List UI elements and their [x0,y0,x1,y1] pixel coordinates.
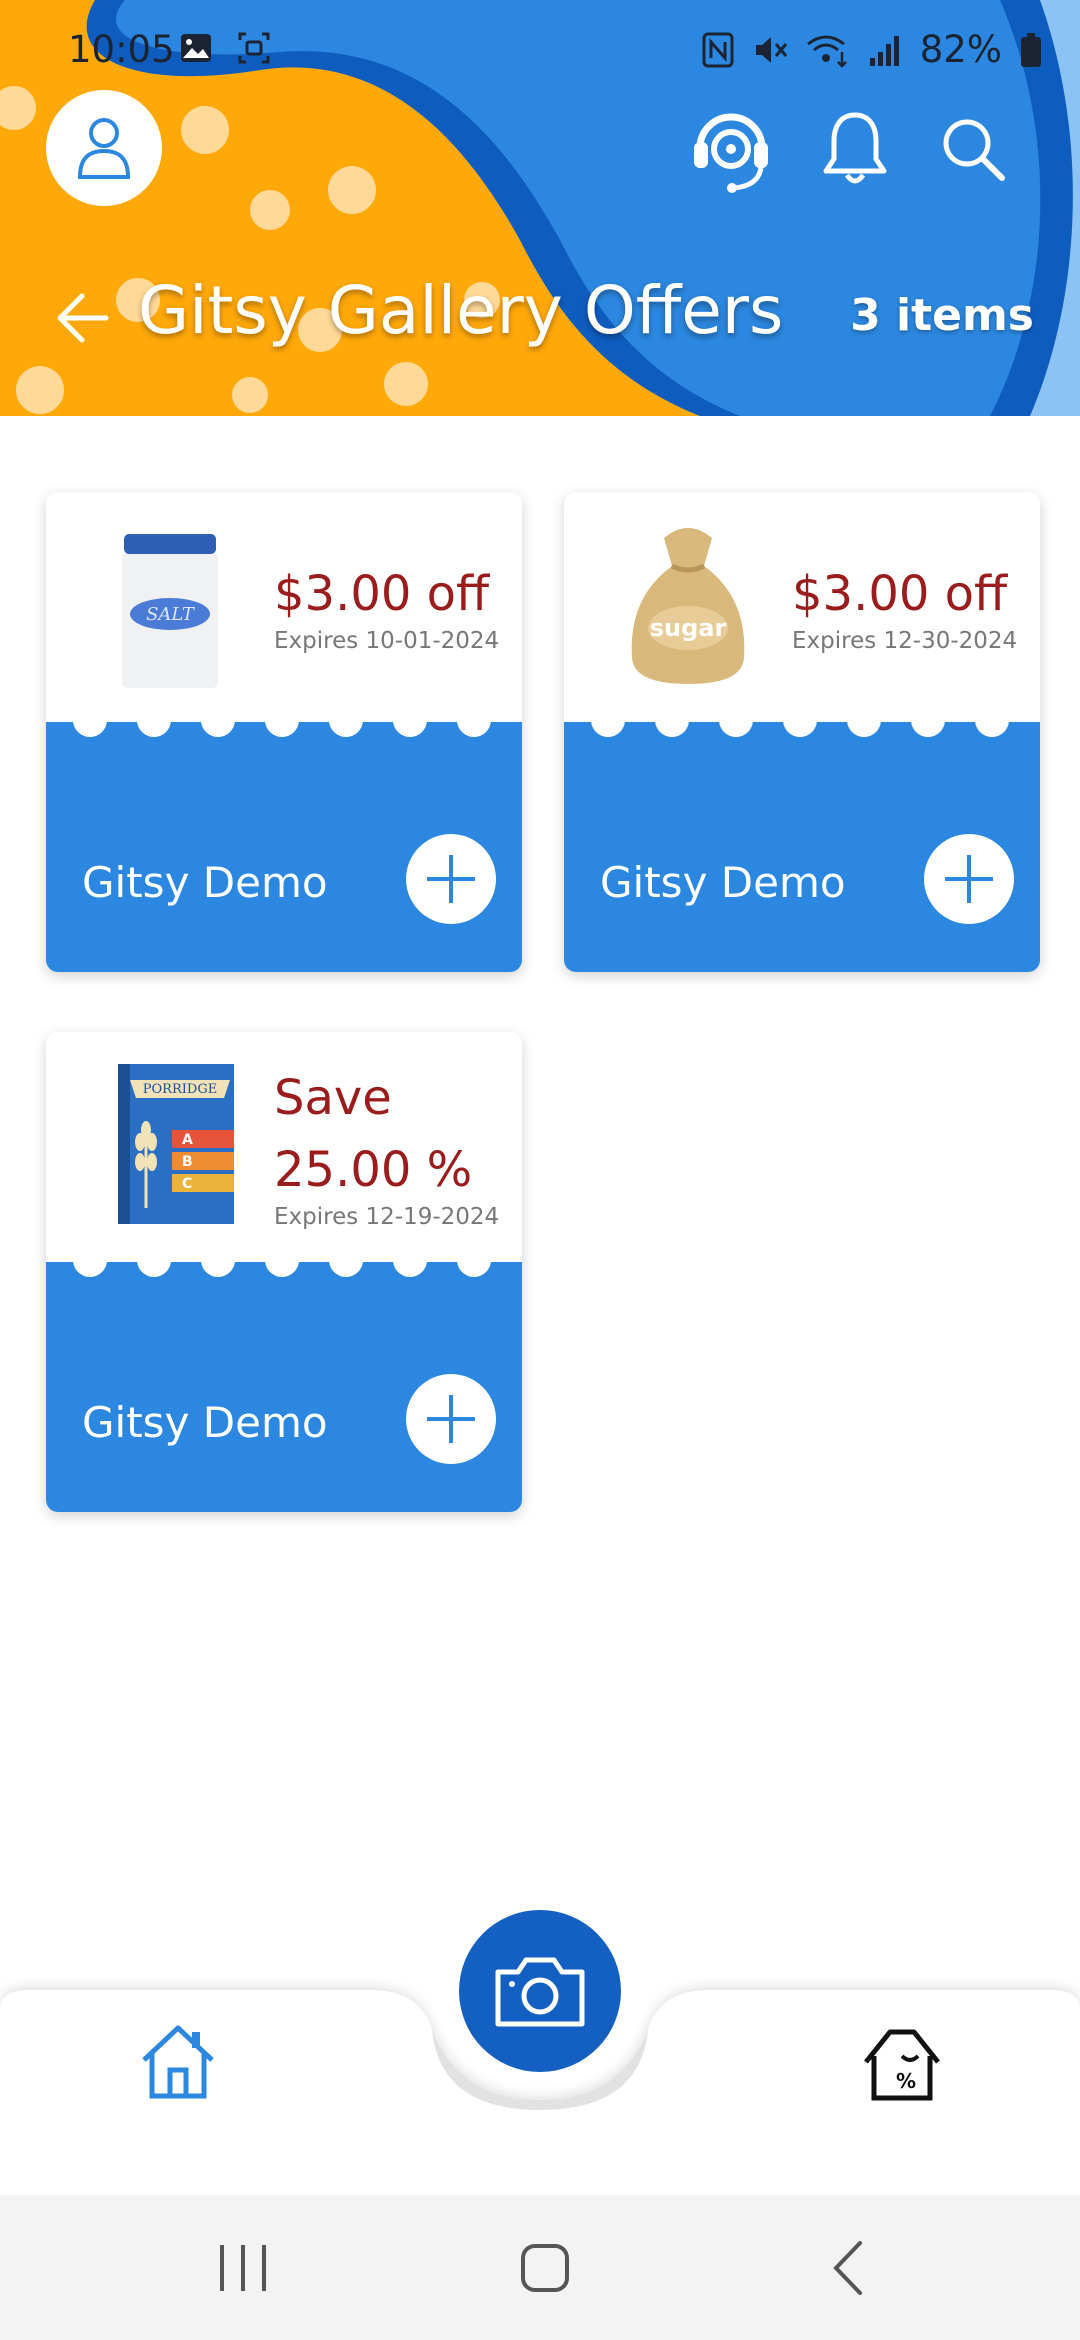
back-arrow-icon [57,293,109,343]
deals-house-icon: % [864,2029,940,2101]
home-circle-icon[interactable] [510,2233,580,2303]
battery-icon [1021,32,1041,67]
porridge-box-icon: PORRIDGE A B C [118,1064,234,1224]
grade-label: C [182,1176,192,1192]
status-bar: 10:05 82% [0,0,1080,104]
offer-card[interactable]: Gitsy Demo sugar $3.00 off Expires 12-30… [564,492,1040,972]
ticket-scallop [591,710,1009,737]
offer-card-bottom: Gitsy Demo [564,722,1040,972]
camera-icon [495,1957,585,2027]
item-count: 3 items [850,290,1034,341]
salt-jar-icon: SALT [122,534,218,688]
nav-home-button[interactable] [136,2020,220,2104]
plus-icon [427,855,475,903]
offer-brand: Gitsy Demo [600,858,846,907]
system-nav-bar [0,2195,1080,2340]
sugar-sack-icon: sugar [631,528,745,684]
search-button[interactable] [928,104,1018,194]
support-headset-icon [694,113,768,193]
product-label: PORRIDGE [143,1082,217,1097]
profile-button[interactable] [46,90,162,206]
offer-expiry: Expires 12-19-2024 [274,1204,500,1230]
offer-discount: $3.00 off [792,566,1008,622]
offer-card[interactable]: Gitsy Demo PORRIDGE A B C Save 25.00 % E… [46,1032,522,1512]
back-chevron-icon[interactable] [814,2233,884,2303]
scan-camera-button[interactable] [459,1910,621,2072]
offer-card-bottom: Gitsy Demo [46,1262,522,1512]
support-button[interactable] [686,104,776,194]
plus-icon [945,855,993,903]
offer-discount-line2: 25.00 % [274,1142,473,1198]
page-title: Gitsy Gallery Offers [138,272,784,349]
ticket-scallop [73,1250,491,1277]
wifi-icon [806,35,847,68]
search-icon [943,119,1005,181]
gallery-icon [181,34,211,62]
mute-icon [755,36,787,63]
bell-icon [823,112,887,184]
product-label: sugar [650,614,727,642]
screen-record-icon [238,32,270,64]
nfc-icon [702,32,734,67]
clip-offer-button[interactable] [406,834,496,924]
nav-deals-button[interactable]: % [860,2020,944,2104]
offer-expiry: Expires 12-30-2024 [792,628,1018,654]
home-icon [142,2025,214,2099]
header: 10:05 82% Gitsy Gallery Offers 3 items [0,0,1080,416]
status-notification-icons [178,30,272,66]
plus-icon [427,1395,475,1443]
clip-offer-button[interactable] [406,1374,496,1464]
offer-discount-line1: Save [274,1070,392,1126]
product-label: SALT [146,604,196,625]
ticket-scallop [73,710,491,737]
grade-label: B [182,1154,193,1170]
offer-discount: Save 25.00 % [274,1062,472,1206]
offer-brand: Gitsy Demo [82,858,328,907]
offer-card-bottom: Gitsy Demo [46,722,522,972]
signal-icon [869,35,899,66]
back-button[interactable] [52,288,112,348]
battery-percent: 82% [919,28,1002,71]
offer-brand: Gitsy Demo [82,1398,328,1447]
offer-expiry: Expires 10-01-2024 [274,628,500,654]
grade-label: A [182,1132,193,1148]
offer-discount: $3.00 off [274,566,490,622]
clip-offer-button[interactable] [924,834,1014,924]
status-system-icons: 82% [702,28,1042,71]
user-icon [77,118,131,179]
offer-card[interactable]: Gitsy Demo SALT $3.00 off Expires 10-01-… [46,492,522,972]
deals-badge: % [896,2069,916,2093]
recent-apps-icon[interactable] [208,2233,278,2303]
notifications-button[interactable] [810,104,900,194]
status-time: 10:05 [68,28,175,71]
